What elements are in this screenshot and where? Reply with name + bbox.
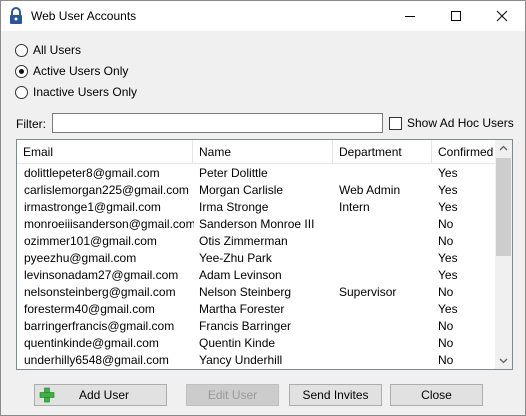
- scroll-down-button[interactable]: [495, 352, 512, 369]
- cell-confirmed: No: [438, 319, 454, 333]
- radio-all-users-circle[interactable]: [15, 43, 28, 57]
- cell-name: Sanderson Monroe III: [199, 217, 315, 231]
- edit-user-label: Edit User: [207, 388, 258, 402]
- add-user-label: Add User: [79, 388, 130, 402]
- cell-confirmed: Yes: [438, 302, 458, 316]
- cell-name: Peter Dolittle: [199, 166, 268, 180]
- send-invites-label: Send Invites: [302, 388, 369, 402]
- table-row[interactable]: monroeiiisanderson@gmail.com Sanderson Mo…: [17, 216, 495, 233]
- radio-inactive-users-circle[interactable]: [15, 85, 28, 99]
- minimize-button[interactable]: [387, 1, 433, 31]
- cell-email: ozimmer101@gmail.com: [24, 234, 157, 248]
- cell-name: Yee-Zhu Park: [199, 251, 272, 265]
- maximize-button[interactable]: [433, 1, 479, 31]
- close-window-button[interactable]: [479, 1, 525, 31]
- cell-email: pyeezhu@gmail.com: [24, 251, 137, 265]
- table-row[interactable]: irmastronge1@gmail.com Irma Stronge Intern…: [17, 199, 495, 216]
- cell-department: Intern: [339, 200, 370, 214]
- cell-name: Quentin Kinde: [199, 336, 276, 350]
- radio-all-users[interactable]: All Users: [15, 42, 81, 58]
- minimize-icon: [405, 16, 415, 17]
- close-label: Close: [421, 388, 452, 402]
- cell-name: Otis Zimmerman: [199, 234, 288, 248]
- cell-confirmed: No: [438, 217, 454, 231]
- radio-inactive-users[interactable]: Inactive Users Only: [15, 84, 137, 100]
- scroll-up-icon: [499, 145, 508, 151]
- cell-confirmed: Yes: [438, 166, 458, 180]
- scroll-up-button[interactable]: [495, 140, 512, 157]
- scroll-thumb[interactable]: [496, 158, 511, 256]
- table-row[interactable]: underhilly6548@gmail.com Yancy Underhill N…: [17, 352, 495, 369]
- cell-name: Francis Barringer: [199, 319, 292, 333]
- cell-email: monroeiiisanderson@gmail.com: [24, 217, 194, 231]
- cell-department: Supervisor: [339, 285, 397, 299]
- cell-name: Irma Stronge: [199, 200, 269, 214]
- show-adhoc-label: Show Ad Hoc Users: [407, 116, 514, 130]
- cell-confirmed: Yes: [438, 200, 458, 214]
- cell-email: underhilly6548@gmail.com: [24, 353, 169, 367]
- cell-email: carlislemorgan225@gmail.com: [24, 183, 189, 197]
- cell-confirmed: No: [438, 336, 454, 350]
- add-user-button[interactable]: Add User: [34, 384, 167, 406]
- cell-email: foresterm40@gmail.com: [24, 302, 155, 316]
- close-icon: [496, 10, 508, 22]
- cell-email: nelsonsteinberg@gmail.com: [24, 285, 176, 299]
- cell-confirmed: Yes: [438, 251, 458, 265]
- edit-user-button[interactable]: Edit User: [186, 384, 279, 406]
- scroll-down-icon: [499, 358, 508, 364]
- users-list[interactable]: Email Name Department Confirmed dolittle…: [16, 139, 513, 370]
- table-row[interactable]: pyeezhu@gmail.com Yee-Zhu Park Yes: [17, 250, 495, 267]
- vertical-scrollbar[interactable]: [495, 140, 512, 369]
- cell-email: quentinkinde@gmail.com: [24, 336, 159, 350]
- list-rows: dolittlepeter8@gmail.com Peter Dolittle Ye…: [17, 165, 495, 369]
- cell-email: irmastronge1@gmail.com: [24, 200, 161, 214]
- cell-name: Yancy Underhill: [199, 353, 283, 367]
- show-adhoc-checkbox[interactable]: Show Ad Hoc Users: [389, 116, 514, 130]
- cell-confirmed: No: [438, 285, 454, 299]
- radio-active-users-label: Active Users Only: [33, 64, 129, 78]
- cell-email: dolittlepeter8@gmail.com: [24, 166, 160, 180]
- filter-input[interactable]: [52, 113, 383, 133]
- radio-inactive-users-label: Inactive Users Only: [33, 85, 138, 99]
- table-row[interactable]: foresterm40@gmail.com Martha Forester Yes: [17, 301, 495, 318]
- table-row[interactable]: quentinkinde@gmail.com Quentin Kinde No: [17, 335, 495, 352]
- radio-active-users-circle[interactable]: [15, 64, 28, 78]
- cell-name: Nelson Steinberg: [199, 285, 292, 299]
- column-header-email[interactable]: Email: [17, 140, 193, 164]
- cell-confirmed: No: [438, 353, 454, 367]
- cell-name: Morgan Carlisle: [199, 183, 284, 197]
- table-row[interactable]: carlislemorgan225@gmail.com Morgan Carlis…: [17, 182, 495, 199]
- cell-confirmed: Yes: [438, 268, 458, 282]
- table-row[interactable]: levinsonadam27@gmail.com Adam Levinson Yes: [17, 267, 495, 284]
- table-row[interactable]: nelsonsteinberg@gmail.com Nelson Steinber…: [17, 284, 495, 301]
- table-row[interactable]: ozimmer101@gmail.com Otis Zimmerman No: [17, 233, 495, 250]
- column-header-confirmed[interactable]: Confirmed: [432, 140, 495, 164]
- cell-confirmed: Yes: [438, 183, 458, 197]
- column-header-department[interactable]: Department: [333, 140, 432, 164]
- maximize-icon: [451, 11, 461, 21]
- column-header-name[interactable]: Name: [193, 140, 333, 164]
- list-header: Email Name Department Confirmed: [17, 140, 495, 164]
- cell-confirmed: No: [438, 234, 454, 248]
- cell-name: Adam Levinson: [199, 268, 282, 282]
- close-button[interactable]: Close: [390, 384, 483, 406]
- filter-label: Filter:: [16, 117, 46, 131]
- lock-icon: [10, 7, 22, 24]
- table-row[interactable]: barringerfrancis@gmail.com Francis Barrin…: [17, 318, 495, 335]
- window-title: Web User Accounts: [31, 9, 137, 23]
- add-icon: [39, 387, 55, 403]
- title-bar: Web User Accounts: [1, 1, 525, 31]
- radio-all-users-label: All Users: [33, 43, 82, 57]
- send-invites-button[interactable]: Send Invites: [289, 384, 382, 406]
- radio-active-users[interactable]: Active Users Only: [15, 63, 128, 79]
- show-adhoc-box[interactable]: [389, 116, 402, 130]
- cell-name: Martha Forester: [199, 302, 285, 316]
- cell-email: levinsonadam27@gmail.com: [24, 268, 179, 282]
- window: Web User Accounts All Users Active Users…: [0, 0, 526, 416]
- table-row[interactable]: dolittlepeter8@gmail.com Peter Dolittle Ye…: [17, 165, 495, 182]
- cell-department: Web Admin: [339, 183, 401, 197]
- cell-email: barringerfrancis@gmail.com: [24, 319, 175, 333]
